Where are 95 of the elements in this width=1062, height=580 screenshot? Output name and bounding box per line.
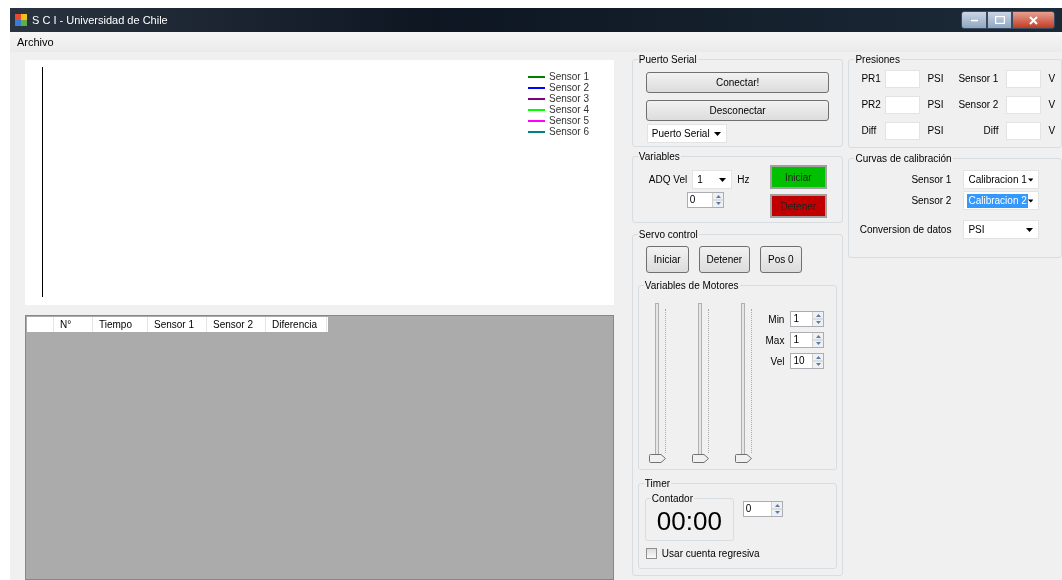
spinner-value: 1 — [792, 312, 800, 326]
column-header[interactable]: Sensor 1 — [148, 317, 207, 332]
timer-display: 00:00 — [655, 506, 723, 536]
dropdown-value: Puerto Serial — [650, 126, 711, 141]
unit-label: V — [1047, 72, 1056, 86]
unit-label: PSI — [926, 124, 945, 138]
close-icon — [1029, 15, 1038, 25]
slider-thumb[interactable] — [734, 454, 752, 463]
number-spinner[interactable]: 1 — [790, 332, 825, 348]
dropdown-value: Calibracion 1 — [967, 172, 1028, 187]
caret-icon — [719, 177, 727, 182]
dropdown[interactable]: PSI — [963, 220, 1040, 239]
legend-label: Sensor 2 — [549, 82, 590, 93]
legend-label: Sensor 1 — [549, 71, 590, 82]
button[interactable]: Iniciar — [645, 246, 689, 273]
dropdown-value: PSI — [967, 222, 986, 237]
button[interactable]: Iniciar — [769, 165, 827, 189]
button[interactable]: Detener — [698, 246, 751, 273]
button[interactable]: Desconectar — [645, 100, 830, 121]
group-title: Puerto Serial — [637, 53, 698, 67]
legend-label: Sensor 3 — [549, 93, 590, 104]
dropdown-value: Calibracion 2 — [967, 193, 1028, 208]
group-title: Variables de Motores — [643, 279, 740, 293]
close-button[interactable] — [1012, 11, 1055, 29]
checkbox-label: Usar cuenta regresiva — [661, 547, 760, 561]
caret-icon — [1027, 177, 1034, 182]
legend-label: Sensor 5 — [549, 115, 590, 126]
field-label: Vel — [770, 354, 785, 369]
checkbox[interactable] — [645, 548, 657, 559]
unit-label: PSI — [926, 98, 945, 112]
minimize-button[interactable] — [961, 11, 987, 29]
field-label: PR1 — [860, 72, 882, 86]
field-label: Sensor 1 — [957, 72, 1000, 86]
spinner-arrows-icon[interactable] — [711, 193, 723, 207]
unit-label: V — [1047, 98, 1056, 112]
unit-label: PSI — [926, 72, 945, 86]
caret-icon — [1027, 198, 1034, 203]
number-spinner[interactable]: 0 — [686, 192, 724, 208]
spinner-arrows-icon[interactable] — [770, 502, 782, 516]
spinner-arrows-icon[interactable] — [812, 333, 824, 347]
number-spinner[interactable]: 1 — [790, 311, 825, 327]
text-field[interactable] — [885, 69, 921, 88]
unit-label: Hz — [737, 173, 750, 187]
group-title: Curvas de calibración — [854, 152, 953, 166]
dropdown[interactable]: 1 — [692, 170, 733, 189]
field-label: Sensor 1 — [910, 173, 952, 187]
caret-icon — [1026, 227, 1034, 232]
field-label: Sensor 2 — [957, 98, 1000, 112]
field-label: ADQ Vel — [648, 173, 688, 187]
caret-icon — [713, 131, 721, 136]
maximize-button[interactable] — [987, 11, 1012, 29]
spinner-value: 1 — [792, 333, 800, 347]
dropdown[interactable]: Calibracion 1 — [963, 170, 1040, 189]
group-title: Presiones — [854, 53, 901, 67]
text-field[interactable] — [1006, 69, 1042, 88]
field-label: Diff — [860, 124, 878, 138]
field-label: PR2 — [860, 98, 882, 112]
dropdown-value: 1 — [696, 172, 704, 187]
text-field[interactable] — [1006, 121, 1042, 140]
menu-item[interactable]: Archivo — [14, 33, 57, 51]
text-field[interactable] — [885, 121, 921, 140]
legend-label: Sensor 6 — [549, 126, 590, 137]
minimize-icon — [969, 18, 979, 22]
window-title: S C I - Universidad de Chile — [32, 12, 168, 28]
slider-thumb[interactable] — [648, 454, 666, 463]
column-header[interactable]: Sensor 2 — [207, 317, 266, 332]
text-field[interactable] — [885, 95, 921, 114]
unit-label: V — [1047, 124, 1056, 138]
column-header[interactable]: Diferencia — [266, 317, 327, 332]
legend-label: Sensor 4 — [549, 104, 590, 115]
field-label: Diff — [982, 124, 1000, 138]
spinner-value: 0 — [744, 502, 753, 516]
group-title: Timer — [643, 477, 672, 491]
group-title: Contador — [650, 492, 694, 506]
maximize-icon — [994, 16, 1005, 24]
button[interactable]: Pos 0 — [760, 246, 802, 273]
field-label: Sensor 2 — [910, 194, 952, 208]
number-spinner[interactable]: 0 — [742, 501, 783, 517]
button[interactable]: Conectar! — [645, 72, 830, 93]
group-title: Variables — [637, 150, 681, 164]
number-spinner[interactable]: 10 — [790, 353, 825, 369]
dropdown[interactable]: Puerto Serial — [646, 124, 727, 143]
spinner-arrows-icon[interactable] — [812, 354, 824, 368]
spinner-arrows-icon[interactable] — [812, 312, 824, 326]
app-icon — [14, 13, 28, 27]
group-title: Servo control — [637, 228, 699, 242]
slider-thumb[interactable] — [691, 454, 709, 463]
field-label: Max — [765, 333, 785, 348]
column-header[interactable]: N° — [54, 317, 93, 332]
text-field[interactable] — [1006, 95, 1042, 114]
field-label: Min — [768, 312, 785, 327]
field-label: Conversion de datos — [858, 223, 952, 237]
spinner-value: 10 — [792, 354, 806, 368]
column-header[interactable]: Tiempo — [93, 317, 148, 332]
spinner-value: 0 — [688, 193, 697, 207]
